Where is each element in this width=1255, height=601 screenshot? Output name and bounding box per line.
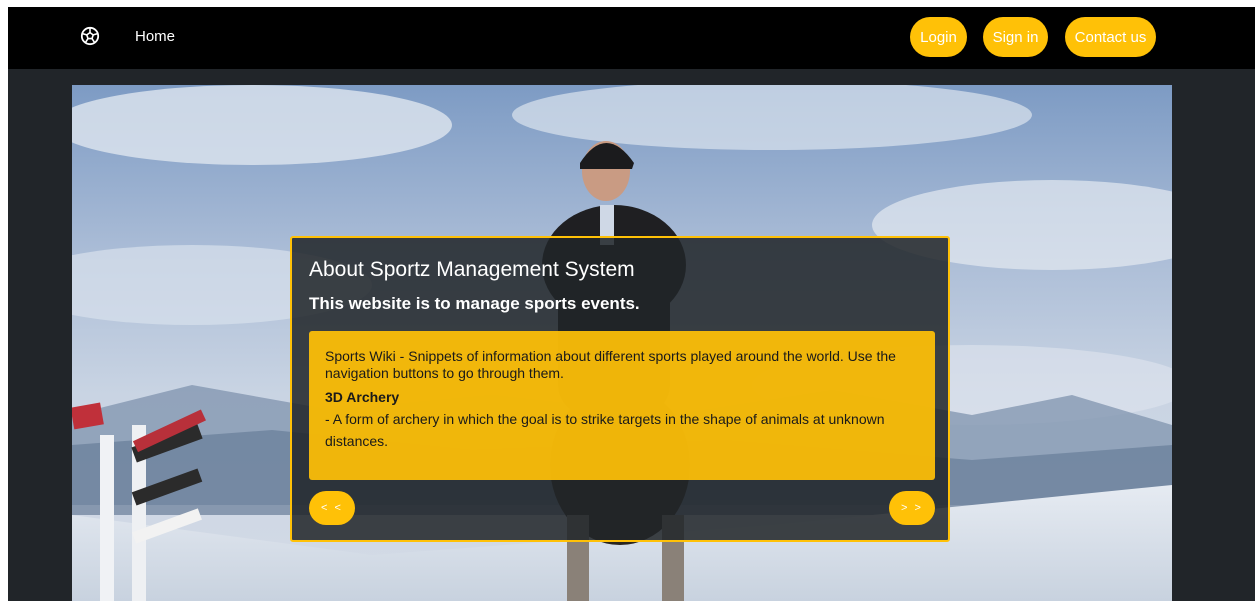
sport-name: 3D Archery xyxy=(325,389,400,405)
card-title: About Sportz Management System xyxy=(309,258,635,281)
contact-us-button[interactable]: Contact us xyxy=(1065,17,1156,57)
sign-in-button[interactable]: Sign in xyxy=(983,17,1048,57)
wiki-intro-text: Sports Wiki - Snippets of information ab… xyxy=(325,348,896,381)
navbar: Home Login Sign in Contact us xyxy=(8,7,1255,69)
previous-button[interactable]: < < xyxy=(309,491,355,525)
soccer-ball-icon[interactable] xyxy=(80,26,100,46)
login-button[interactable]: Login xyxy=(910,17,967,57)
card-subtitle: This website is to manage sports events. xyxy=(309,294,640,313)
about-card: About Sportz Management System This webs… xyxy=(290,236,950,542)
nav-home-link[interactable]: Home xyxy=(135,28,175,45)
sports-wiki-box: Sports Wiki - Snippets of information ab… xyxy=(309,331,935,480)
page: Home Login Sign in Contact us About Spor… xyxy=(8,7,1255,601)
next-button[interactable]: > > xyxy=(889,491,935,525)
sport-description: - A form of archery in which the goal is… xyxy=(325,411,885,449)
